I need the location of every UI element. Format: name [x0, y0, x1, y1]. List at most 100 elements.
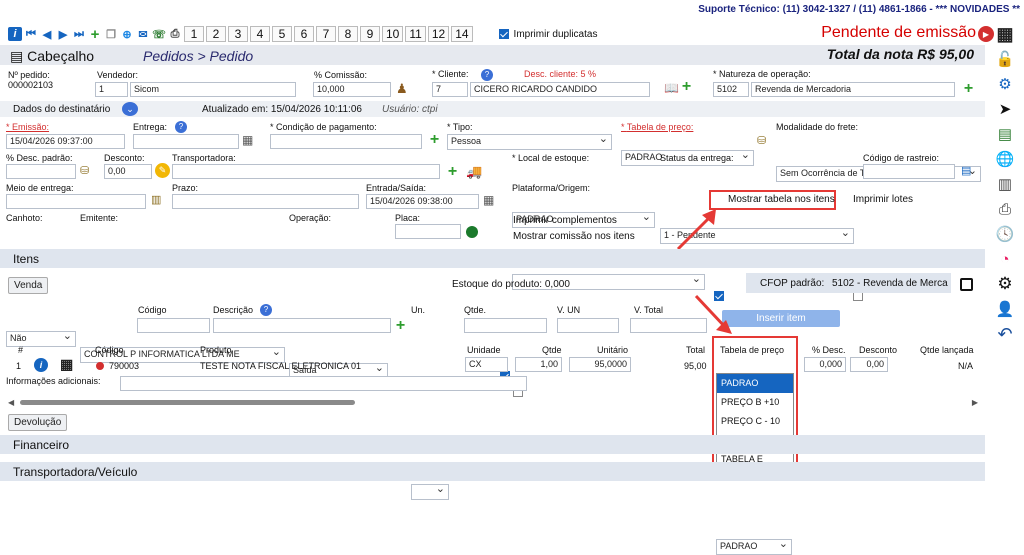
commission-person-icon[interactable]: ♟: [396, 81, 408, 97]
in-out-input[interactable]: 15/04/2026 09:38:00: [366, 194, 479, 209]
first-page-icon[interactable]: ⏮: [24, 27, 38, 41]
coins-icon-2[interactable]: ⛁: [80, 164, 89, 177]
row-unitprice-input[interactable]: 95,0000: [569, 357, 631, 372]
row-pricetable-select[interactable]: PADRAO: [716, 539, 792, 555]
page-3[interactable]: 3: [228, 26, 248, 42]
nature-code-input[interactable]: 5102: [713, 82, 749, 97]
payment-input[interactable]: [270, 134, 422, 149]
horizontal-scrollbar[interactable]: ◀ ▶: [8, 398, 978, 407]
whatsapp-icon[interactable]: ☏: [152, 27, 166, 41]
print-icon[interactable]: ⎙: [168, 27, 182, 41]
add-payment-icon[interactable]: +: [428, 132, 441, 148]
page-5[interactable]: 5: [272, 26, 292, 42]
help-icon[interactable]: ?: [481, 69, 493, 81]
info-icon[interactable]: i: [8, 27, 22, 41]
expand-window-icon[interactable]: [960, 278, 973, 291]
grid-menu-icon[interactable]: ▦: [994, 23, 1016, 45]
row-info-icon[interactable]: i: [34, 358, 48, 372]
tracking-icon[interactable]: ▤: [961, 164, 971, 177]
delivery-input[interactable]: [133, 134, 239, 149]
emission-input[interactable]: 15/04/2026 09:37:00: [6, 134, 125, 149]
plate-status-icon[interactable]: [466, 226, 478, 238]
code-input[interactable]: [137, 318, 210, 333]
print-duplicates-checkbox[interactable]: [498, 29, 509, 39]
add-nature-icon[interactable]: +: [962, 81, 975, 97]
return-tab[interactable]: Devolução: [8, 414, 68, 431]
unit-select[interactable]: [411, 484, 449, 500]
qty-input[interactable]: [464, 318, 547, 333]
page-10[interactable]: 10: [382, 26, 404, 42]
prev-page-icon[interactable]: ◀: [40, 27, 54, 41]
row-desc-input[interactable]: 0,00: [850, 357, 888, 372]
lock-icon[interactable]: 🔓: [994, 48, 1016, 70]
page-11[interactable]: 11: [405, 26, 426, 42]
truck-icon[interactable]: 🚚: [466, 164, 482, 180]
calendar-icon[interactable]: ▦: [242, 133, 253, 147]
type-select[interactable]: Pessoa: [447, 134, 612, 150]
delivery-means-input[interactable]: [6, 194, 146, 209]
page-8[interactable]: 8: [338, 26, 358, 42]
row-pdesc-input[interactable]: 0,000: [804, 357, 846, 372]
globe-icon[interactable]: 🌐: [994, 148, 1016, 170]
seller-code-input[interactable]: 1: [95, 82, 128, 97]
next-page-icon[interactable]: ▶: [56, 27, 70, 41]
report-icon[interactable]: ▥: [994, 173, 1016, 195]
client-code-input[interactable]: 7: [432, 82, 468, 97]
settings-blue-icon[interactable]: ⚙: [994, 73, 1016, 95]
undo-icon[interactable]: ↶: [994, 323, 1016, 345]
delivery-help-icon[interactable]: ?: [175, 121, 187, 133]
term-input[interactable]: [172, 194, 359, 209]
financial-section-bar[interactable]: [0, 435, 985, 454]
row-qty-input[interactable]: 1,00: [515, 357, 562, 372]
page-2[interactable]: 2: [206, 26, 226, 42]
carrier-input[interactable]: [172, 164, 440, 179]
page-12[interactable]: 12: [427, 26, 450, 42]
client-name-input[interactable]: CICERO RICARDO CANDIDO: [470, 82, 650, 97]
printer-icon[interactable]: ⎙: [994, 198, 1016, 220]
default-discount-input[interactable]: [6, 164, 76, 179]
page-14[interactable]: 14: [451, 26, 473, 42]
commission-input[interactable]: 10,000: [313, 82, 391, 97]
email-icon[interactable]: ✉: [136, 27, 150, 41]
additional-info-input[interactable]: [120, 376, 527, 391]
web-icon[interactable]: ⊕: [120, 27, 134, 41]
description-input[interactable]: [213, 318, 391, 333]
seller-name-input[interactable]: Sicom: [130, 82, 296, 97]
tracking-input[interactable]: [863, 164, 955, 179]
send-icon[interactable]: ➤: [994, 98, 1016, 120]
dropdown-option-padrao[interactable]: PADRAO: [717, 374, 793, 393]
page-9[interactable]: 9: [360, 26, 380, 42]
user-board-icon[interactable]: 👤: [994, 298, 1016, 320]
add-item-icon[interactable]: +: [394, 318, 407, 334]
add-client-icon[interactable]: +: [680, 79, 693, 95]
discount-calc-icon[interactable]: ✎: [155, 163, 170, 178]
stub-select[interactable]: Não: [6, 331, 76, 347]
add-carrier-icon[interactable]: +: [446, 164, 459, 180]
page-4[interactable]: 4: [250, 26, 270, 42]
page-1[interactable]: 1: [184, 26, 204, 42]
client-book-icon[interactable]: 📖: [664, 81, 679, 95]
pie-chart-icon[interactable]: ◔: [994, 248, 1016, 270]
calculator-icon[interactable]: ▤: [994, 123, 1016, 145]
gears-icon[interactable]: ⚙: [994, 273, 1016, 295]
page-7[interactable]: 7: [316, 26, 336, 42]
delivery-means-icon[interactable]: ▥: [151, 193, 161, 206]
description-help-icon[interactable]: ?: [260, 304, 272, 316]
coins-icon[interactable]: ⛁: [757, 134, 766, 147]
calendar-icon-2[interactable]: ▦: [483, 193, 494, 207]
discount-input[interactable]: 0,00: [104, 164, 152, 179]
expand-icon[interactable]: ⌄: [122, 102, 138, 116]
row-unit-input[interactable]: CX: [465, 357, 508, 372]
copy-icon[interactable]: ❐: [104, 27, 118, 41]
sale-tab[interactable]: Venda: [8, 277, 49, 294]
row-grid-icon[interactable]: ▦: [60, 356, 73, 373]
last-page-icon[interactable]: ⏭: [72, 27, 86, 41]
dropdown-option-preco-c[interactable]: PREÇO C - 10: [717, 412, 793, 431]
plate-input[interactable]: [395, 224, 461, 239]
transport-section-bar[interactable]: [0, 462, 985, 481]
nature-name-input[interactable]: Revenda de Mercadoria: [751, 82, 955, 97]
add-icon[interactable]: +: [88, 26, 102, 43]
vun-input[interactable]: [557, 318, 619, 333]
page-6[interactable]: 6: [294, 26, 314, 42]
clock-icon[interactable]: 🕓: [994, 223, 1016, 245]
